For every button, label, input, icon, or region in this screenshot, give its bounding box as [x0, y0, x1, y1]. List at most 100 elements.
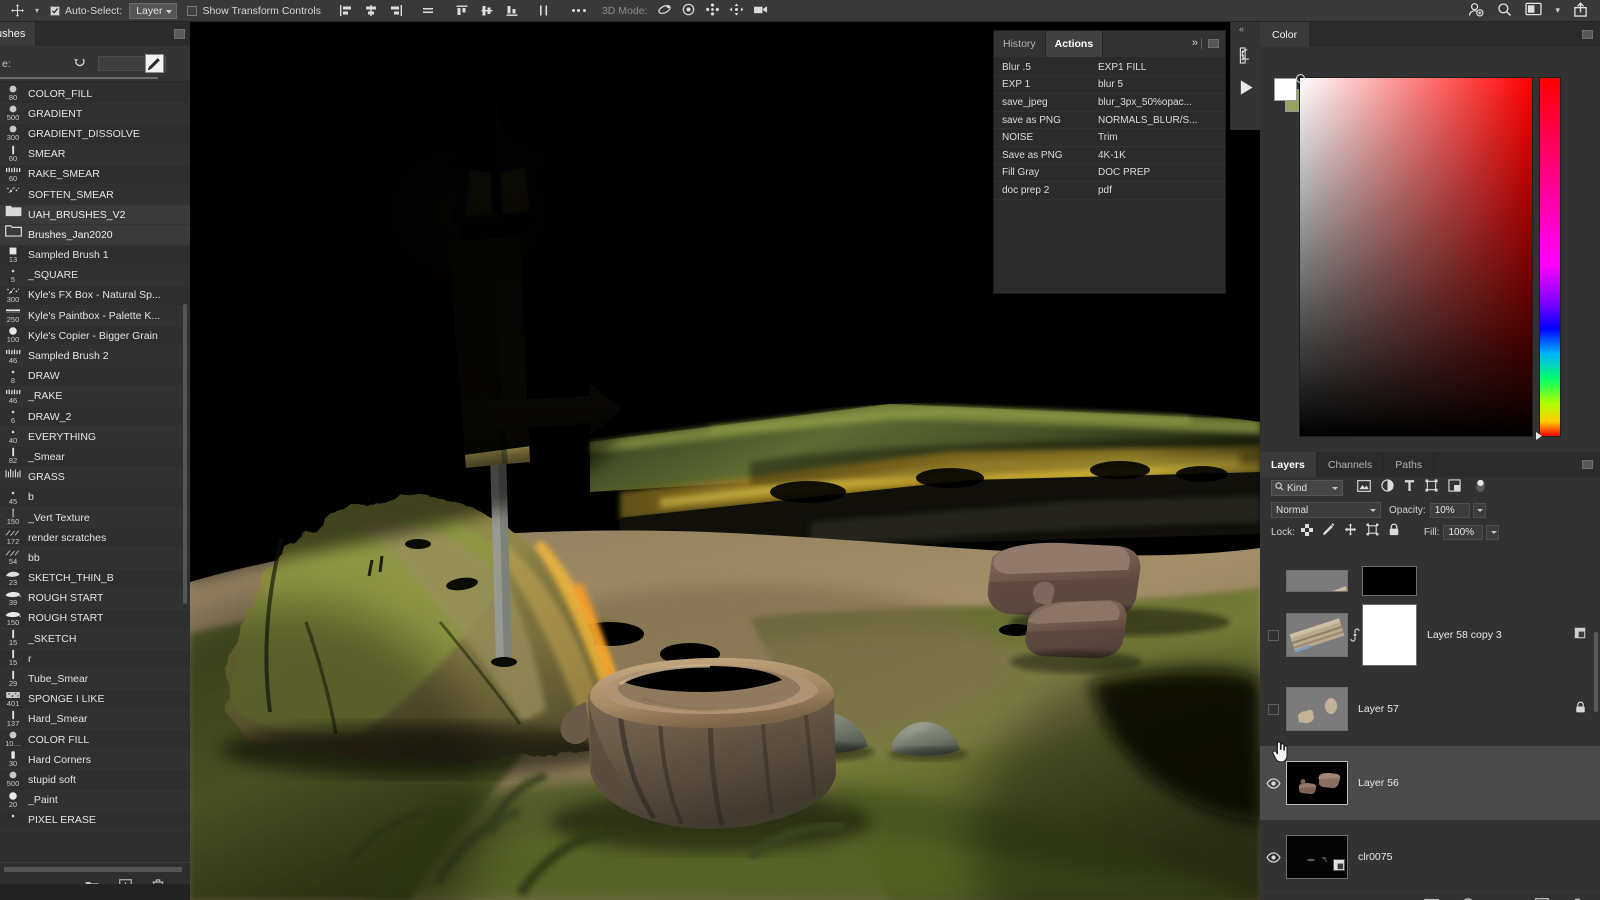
layer-row[interactable]: Layer 57 [1260, 672, 1600, 746]
filter-toggle-icon[interactable] [1475, 478, 1486, 499]
tab-history[interactable]: History [994, 31, 1046, 57]
brush-list-item[interactable]: 30 Hard Corners [0, 750, 190, 770]
layer-row[interactable] [1260, 564, 1600, 598]
lock-artboard-nesting-icon[interactable] [1366, 523, 1379, 541]
brush-list-item[interactable]: 10… COLOR FILL [0, 730, 190, 750]
layer-thumbnail[interactable] [1286, 835, 1348, 879]
actions-panel-menu-icon[interactable] [1208, 39, 1219, 48]
brush-list-item[interactable]: 45 b [0, 488, 190, 508]
adjustments-icon[interactable] [1234, 42, 1258, 68]
share-icon[interactable] [1573, 2, 1588, 20]
align-left-edges-icon[interactable] [335, 1, 358, 20]
move-tool-preset-chevron-icon[interactable]: ▾ [30, 6, 44, 15]
foreground-color-swatch[interactable] [1274, 78, 1297, 101]
hue-slider-handle[interactable] [1536, 432, 1542, 440]
layer-name-label[interactable]: Layer 56 [1358, 777, 1399, 789]
lock-position-icon[interactable] [1344, 523, 1357, 541]
brush-list-item[interactable]: 250 Kyle's Paintbox - Palette K... [0, 306, 190, 326]
distribute-vertical-centers-icon[interactable] [476, 1, 499, 20]
layer-visibility-toggle[interactable] [1260, 630, 1286, 641]
distribute-bottom-icon[interactable] [501, 1, 524, 20]
actions-list[interactable]: Blur .5 EXP1 FILLEXP 1 blur 5save_jpeg b… [994, 57, 1225, 200]
camera-3d-icon[interactable] [753, 3, 770, 19]
brush-folder-row[interactable]: UAH_BRUSHES_V2 [0, 205, 190, 225]
action-row[interactable]: save as PNG NORMALS_BLUR/S... [994, 112, 1225, 130]
brush-list-item[interactable]: 300 Kyle's FX Box - Natural Sp... [0, 286, 190, 306]
filter-kind-dropdown[interactable]: Kind [1271, 480, 1343, 496]
brush-list-item[interactable]: 15 _SKETCH [0, 629, 190, 649]
brush-list-item[interactable]: SOFTEN_SMEAR [0, 185, 190, 205]
chevron-double-left-icon[interactable]: « [1239, 24, 1243, 34]
tab-channels[interactable]: Channels [1317, 452, 1384, 477]
tab-paths[interactable]: Paths [1384, 452, 1434, 477]
layer-row[interactable]: clr0075 [1260, 820, 1600, 890]
action-row[interactable]: Save as PNG 4K-1K [994, 147, 1225, 165]
pan-3d-icon[interactable] [705, 3, 720, 19]
layer-list[interactable]: Layer 58 copy 3 Layer 57 Layer 56 [1260, 564, 1600, 890]
opacity-field[interactable]: 10% [1430, 503, 1470, 518]
lock-image-pixels-icon[interactable] [1322, 523, 1335, 541]
layer-thumbnail[interactable] [1286, 761, 1348, 805]
brush-list-item[interactable]: 20 _Paint [0, 791, 190, 811]
brush-list-item[interactable]: 60 SMEAR [0, 145, 190, 165]
more-options-icon[interactable] [572, 9, 586, 12]
brush-list-item[interactable]: 46 Sampled Brush 2 [0, 346, 190, 366]
brush-list-scrollbar[interactable] [183, 304, 187, 604]
brush-list-item[interactable]: 39 ROUGH START [0, 589, 190, 609]
brush-list-item[interactable]: 80 COLOR_FILL [0, 84, 190, 104]
brushes-panel-menu-icon[interactable] [174, 29, 185, 39]
filter-pixel-icon[interactable] [1357, 479, 1371, 497]
distribute-top-icon[interactable] [451, 1, 474, 20]
layer-thumbnail[interactable] [1286, 570, 1348, 592]
action-row[interactable]: doc prep 2 pdf [994, 182, 1225, 200]
action-row[interactable]: Fill Gray DOC PREP [994, 165, 1225, 183]
blend-mode-dropdown[interactable]: Normal [1271, 502, 1381, 518]
filter-shape-icon[interactable] [1425, 479, 1438, 497]
brush-list-item[interactable]: 13 Sampled Brush 1 [0, 246, 190, 266]
brush-list-item[interactable]: 100 Kyle's Copier - Bigger Grain [0, 326, 190, 346]
brush-list-item[interactable]: 82 _Smear [0, 447, 190, 467]
distribute-spacing-icon[interactable] [533, 1, 556, 20]
brush-list-item[interactable]: 15 r [0, 649, 190, 669]
layer-name-label[interactable]: Layer 57 [1358, 703, 1399, 715]
brush-list-item[interactable]: 60 RAKE_SMEAR [0, 165, 190, 185]
align-right-edges-icon[interactable] [385, 1, 408, 20]
tab-color[interactable]: Color [1260, 22, 1309, 47]
reset-icon[interactable] [73, 55, 86, 73]
show-transform-controls-checkbox[interactable] [187, 6, 197, 16]
auto-select-scope-dropdown[interactable]: Layer [129, 3, 177, 19]
workspace-icon[interactable] [1525, 2, 1542, 19]
search-icon[interactable] [1497, 2, 1512, 20]
brush-list-item[interactable]: 300 GRADIENT_DISSOLVE [0, 124, 190, 144]
brush-folder-row[interactable]: Brushes_Jan2020 [0, 225, 190, 245]
chevron-double-right-icon[interactable]: » [1192, 37, 1197, 49]
brush-list-item[interactable]: 23 SKETCH_THIN_B [0, 569, 190, 589]
layer-row[interactable]: Layer 56 [1260, 746, 1600, 820]
orbit-3d-icon[interactable] [657, 3, 672, 19]
brush-list-item[interactable]: 150 _Vert Texture [0, 508, 190, 528]
action-row[interactable]: EXP 1 blur 5 [994, 77, 1225, 95]
fill-field[interactable]: 100% [1443, 525, 1483, 540]
brushes-footer-scroll[interactable] [4, 867, 182, 872]
filter-type-icon[interactable] [1404, 479, 1415, 497]
brush-list-item[interactable]: 401 SPONGE I LIKE [0, 690, 190, 710]
brush-list-item[interactable]: 54 bb [0, 548, 190, 568]
tab-actions[interactable]: Actions [1046, 31, 1104, 57]
brush-size-slider[interactable] [0, 77, 158, 79]
layer-visibility-toggle[interactable] [1260, 704, 1286, 715]
brush-list-item[interactable]: 6 DRAW_2 [0, 407, 190, 427]
color-panel-menu-icon[interactable] [1582, 30, 1593, 39]
brush-list-item[interactable]: 5 _SQUARE [0, 266, 190, 286]
layer-mask-link-icon[interactable] [1348, 627, 1362, 643]
opacity-stepper-chevron-icon[interactable] [1473, 503, 1486, 518]
brush-list-item[interactable]: PIXEL ERASE [0, 811, 190, 831]
chevron-down-icon[interactable]: ▾ [1555, 5, 1560, 16]
color-picker-handle[interactable] [1296, 74, 1305, 83]
roll-3d-icon[interactable] [681, 3, 696, 19]
layer-list-scrollbar[interactable] [1594, 632, 1598, 712]
filter-smartobject-icon[interactable] [1448, 479, 1461, 497]
action-row[interactable]: NOISE Trim [994, 129, 1225, 147]
brush-list-item[interactable]: 29 Tube_Smear [0, 669, 190, 689]
tab-layers[interactable]: Layers [1260, 452, 1317, 477]
brush-list-item[interactable]: 8 DRAW [0, 367, 190, 387]
